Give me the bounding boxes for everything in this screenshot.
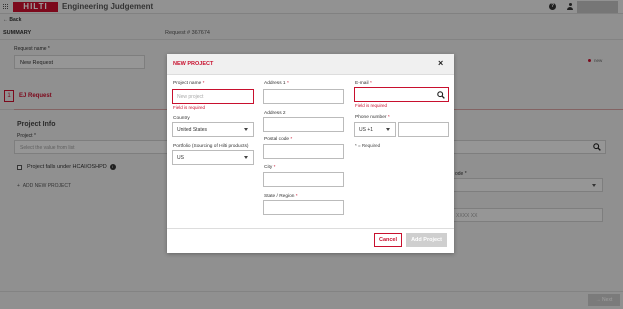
phone-country-code-select[interactable]: US +1 (354, 122, 396, 137)
email-label: E-mail * (355, 81, 372, 86)
city-label: City * (264, 165, 276, 170)
required-note: * = Required (355, 143, 381, 148)
add-project-button[interactable]: Add Project (406, 233, 447, 247)
portfolio-select[interactable]: US (172, 150, 254, 165)
phone-number-input[interactable] (398, 122, 449, 137)
project-name-input[interactable]: New project (172, 89, 254, 104)
address1-label: Address 1 * (264, 81, 289, 86)
email-input[interactable] (354, 87, 449, 102)
phone-label: Phone number * (355, 115, 390, 120)
modal-title: NEW PROJECT (173, 61, 214, 67)
chevron-down-icon (244, 128, 248, 131)
search-icon[interactable] (437, 91, 445, 99)
city-input[interactable] (263, 172, 344, 187)
country-label: Country (173, 116, 190, 121)
project-name-label: Project name * (173, 81, 205, 86)
modal-header: NEW PROJECT × (167, 54, 454, 75)
cancel-button[interactable]: Cancel (374, 233, 402, 247)
portfolio-label: Portfolio (Sourcing of Hilti products) (173, 144, 249, 149)
postal-code-input[interactable] (263, 144, 344, 159)
address2-label: Address 2 (264, 111, 286, 116)
address2-input[interactable] (263, 117, 344, 132)
state-input[interactable] (263, 200, 344, 215)
address1-input[interactable] (263, 89, 344, 104)
project-name-error: Field is required (173, 105, 206, 110)
country-select[interactable]: United States (172, 122, 254, 137)
postal-code-label: Postal code * (264, 137, 293, 142)
email-error: Field is required (355, 103, 388, 108)
new-project-modal: NEW PROJECT × Project name * New project… (167, 54, 454, 253)
state-label: State / Region * (264, 194, 298, 199)
close-icon[interactable]: × (438, 58, 443, 68)
chevron-down-icon (244, 156, 248, 159)
chevron-down-icon (386, 128, 390, 131)
